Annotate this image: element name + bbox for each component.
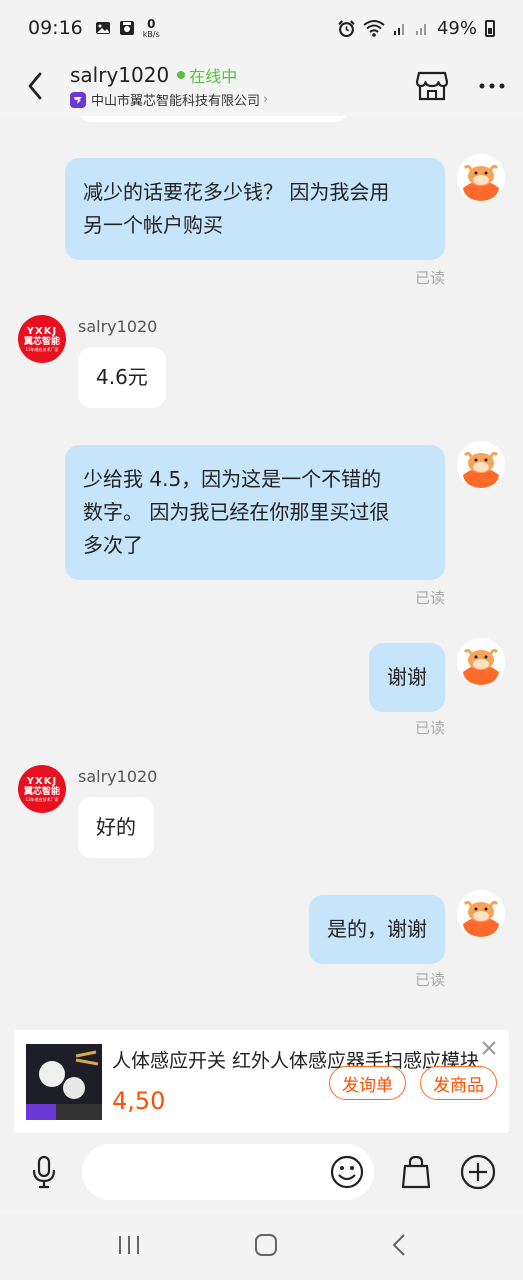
gallery-icon: [95, 22, 110, 34]
message-bubble-outgoing[interactable]: 少给我 4.5，因为这是一个不错的 数字。 因为我已经在你那里买过很 多次了: [65, 445, 445, 580]
chat-header: salry1020 在线中 中山市翼芯智能科技有限公司 ›: [0, 56, 523, 116]
recent-apps-icon[interactable]: [117, 1234, 141, 1256]
back-button[interactable]: [0, 56, 70, 116]
my-avatar[interactable]: [457, 638, 505, 686]
status-bar: 09:16 0 kB/s 49%: [0, 0, 523, 56]
sender-name: salry1020: [78, 767, 158, 786]
message-bubble-incoming[interactable]: 好的: [78, 797, 154, 858]
read-status: 已读: [414, 719, 445, 737]
my-avatar[interactable]: [457, 441, 505, 489]
message-bubble-outgoing[interactable]: 谢谢: [369, 643, 445, 712]
product-card[interactable]: 人体感应开关 红外人体感应器手扫感应模块 4,50 发询单 发商品: [14, 1030, 509, 1133]
voice-button[interactable]: [14, 1155, 74, 1189]
inquiry-button[interactable]: 发询单: [329, 1066, 406, 1100]
net-speed: 0 kB/s: [142, 16, 160, 39]
sender-name: salry1020: [78, 317, 158, 336]
back-nav-icon[interactable]: [391, 1233, 407, 1257]
contact-info[interactable]: salry1020 在线中 中山市翼芯智能科技有限公司 ›: [70, 63, 415, 109]
online-dot: [177, 71, 186, 79]
message-input[interactable]: [82, 1143, 374, 1200]
shop-avatar[interactable]: YXKJ 翼芯智能 13年感应技术厂家: [18, 315, 66, 363]
alarm-icon: [338, 19, 355, 37]
status-time: 09:16: [28, 17, 83, 39]
message-bubble-partial: [78, 116, 348, 122]
cow-avatar-icon: [457, 441, 505, 489]
signal-icon-1: [393, 24, 404, 35]
shop-avatar[interactable]: YXKJ 翼芯智能 13年感应技术厂家: [18, 765, 66, 813]
shopping-bag-icon[interactable]: [402, 1155, 430, 1189]
chat-area[interactable]: 减少的话要花多少钱？ 因为我会用 另一个帐户购买 已读 YXKJ 翼芯智能 13…: [0, 116, 523, 1030]
battery-percent: 49%: [436, 17, 477, 39]
my-avatar[interactable]: [457, 154, 505, 202]
message-bubble-incoming[interactable]: 4.6元: [78, 347, 166, 408]
message-bubble-outgoing[interactable]: 是的，谢谢: [309, 895, 445, 964]
save-icon: [119, 21, 134, 35]
company-logo-icon: [70, 91, 86, 108]
cow-avatar-icon: [457, 890, 505, 938]
send-product-button[interactable]: 发商品: [420, 1066, 497, 1100]
online-status: 在线中: [189, 67, 238, 86]
back-arrow-icon: [28, 72, 42, 100]
company-link[interactable]: 中山市翼芯智能科技有限公司 ›: [70, 90, 415, 109]
home-icon[interactable]: [254, 1233, 278, 1257]
input-bar: [0, 1133, 523, 1210]
wifi-icon: [363, 20, 385, 37]
system-nav-bar: [0, 1210, 523, 1280]
cow-avatar-icon: [457, 154, 505, 202]
signal-icon-2: [415, 24, 426, 35]
company-name: 中山市翼芯智能科技有限公司: [91, 94, 261, 109]
read-status: 已读: [414, 269, 445, 287]
battery-icon: [485, 19, 495, 37]
my-avatar[interactable]: [457, 890, 505, 938]
cow-avatar-icon: [457, 638, 505, 686]
plus-icon[interactable]: [460, 1154, 496, 1190]
store-icon[interactable]: [415, 71, 449, 101]
chevron-right-icon: ›: [263, 92, 269, 107]
contact-name: salry1020: [70, 63, 170, 87]
microphone-icon: [32, 1155, 56, 1188]
product-thumbnail[interactable]: [26, 1044, 102, 1120]
message-bubble-outgoing[interactable]: 减少的话要花多少钱？ 因为我会用 另一个帐户购买: [65, 158, 445, 260]
read-status: 已读: [414, 971, 445, 989]
close-icon[interactable]: [481, 1040, 497, 1056]
emoji-icon[interactable]: [330, 1155, 364, 1189]
read-status: 已读: [414, 589, 445, 607]
more-icon[interactable]: [479, 83, 505, 89]
